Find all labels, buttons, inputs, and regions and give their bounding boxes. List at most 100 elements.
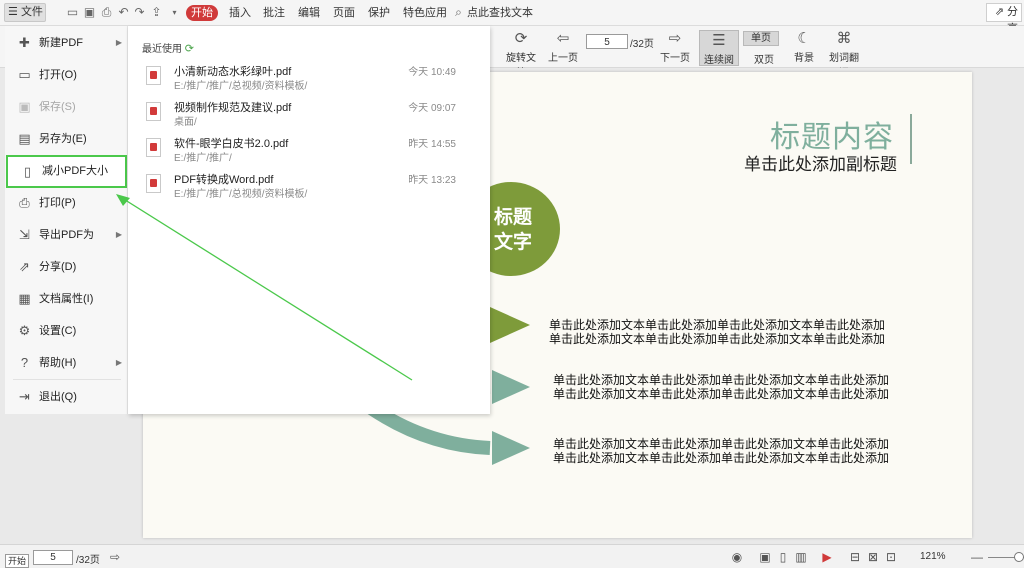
zoom-out-icon[interactable]: — — [970, 550, 984, 564]
continuous-icon: ☰ — [712, 32, 726, 49]
tab-insert[interactable]: 插入 — [229, 5, 251, 21]
share-button[interactable]: ⇗ 分享 — [986, 3, 1022, 35]
single-page-button[interactable]: 单页 — [743, 31, 779, 46]
continuous-read-button[interactable]: ☰ 连续阅读 — [699, 30, 739, 81]
compress-icon: ▯ — [23, 164, 32, 179]
tab-edit[interactable]: 编辑 — [298, 5, 320, 21]
menu-label: 设置(C) — [39, 325, 77, 337]
zoom-level[interactable]: 121% — [920, 551, 946, 562]
arrow-2-head — [492, 370, 530, 404]
menu-label: 打开(O) — [39, 69, 77, 81]
menu-label: 打印(P) — [39, 197, 76, 209]
tab-protect[interactable]: 保护 — [368, 5, 390, 21]
zoom-slider-knob[interactable] — [1014, 552, 1024, 562]
menu-item-new-pdf[interactable]: ✚ 新建PDF ▶ — [5, 30, 128, 56]
moon-icon: ☾ — [797, 30, 811, 47]
save-icon[interactable]: ▣ — [83, 6, 96, 19]
actual-size-icon[interactable]: ⊡ — [884, 550, 898, 564]
body-line: 单击此处添加文本单击此处添加单击此处添加文本单击此处添加 — [553, 373, 890, 387]
ribbon-page-total: /32页 — [630, 39, 654, 50]
menu-divider — [13, 379, 121, 380]
menu-item-save[interactable]: ▣ 保存(S) — [5, 94, 128, 120]
menu-label: 保存(S) — [39, 101, 76, 113]
tab-start[interactable]: 开始 — [186, 5, 218, 21]
file-menu-label: 文件 — [20, 6, 43, 18]
new-pdf-icon: ✚ — [19, 35, 30, 50]
pdf-file-icon — [146, 102, 161, 121]
annotation-arrow-line — [121, 197, 413, 381]
doc-title-divider — [910, 114, 912, 164]
tab-page[interactable]: 页面 — [333, 5, 355, 21]
recent-file-time: 今天 10:49 — [408, 67, 456, 78]
redo-icon[interactable]: ↷ — [133, 6, 146, 19]
menu-item-save-as[interactable]: ▤ 另存为(E) — [5, 126, 128, 152]
arrow-right-icon: ⇨ — [668, 30, 682, 47]
pdf-file-icon — [146, 66, 161, 85]
recent-file-item[interactable]: 小清新动态水彩绿叶.pdf E:/推广/推广/总视频/资料模板/ 今天 10:4… — [142, 63, 482, 93]
more-icon[interactable]: ⋮ — [522, 5, 533, 21]
menu-label: 另存为(E) — [39, 133, 87, 145]
pdf-file-icon — [146, 138, 161, 157]
next-page-button[interactable]: ⇨ 下一页 — [660, 30, 690, 65]
recent-file-path: E:/推广/推广/总视频/资料模板/ — [174, 81, 308, 92]
properties-icon: ▦ — [18, 291, 31, 306]
help-icon: ? — [20, 355, 29, 370]
search-icon[interactable]: ⌕ — [452, 6, 465, 19]
chevron-down-icon[interactable]: ▾ — [168, 6, 181, 19]
arrow-1-head — [490, 307, 530, 343]
double-page-button[interactable]: 双页 — [746, 51, 782, 66]
status-page-total: /32页 — [76, 555, 100, 566]
undo-icon[interactable]: ↶ — [117, 6, 130, 19]
background-button[interactable]: ☾ 背景 — [790, 30, 818, 65]
menu-label: 减小PDF大小 — [42, 165, 108, 177]
share-icon: ⇗ — [19, 259, 30, 274]
recent-file-time: 昨天 13:23 — [408, 175, 456, 186]
status-page-input[interactable]: 5 — [33, 550, 73, 565]
body-text-3: 单击此处添加文本单击此处添加单击此处添加文本单击此处添加 单击此处添加文本单击此… — [553, 437, 889, 465]
arrow-right-icon[interactable]: ⇨ — [108, 550, 122, 564]
save-as-icon: ▤ — [18, 131, 31, 146]
recent-file-path: E:/推广/推广/ — [174, 153, 232, 164]
export-icon[interactable]: ⇪ — [150, 6, 163, 19]
print-icon[interactable]: ⎙ — [100, 6, 113, 19]
doc-subtitle: 单击此处添加副标题 — [744, 155, 897, 174]
body-text-1: 单击此处添加文本单击此处添加单击此处添加文本单击此处添加 单击此处添加文本单击此… — [549, 318, 885, 346]
tab-comment[interactable]: 批注 — [263, 5, 285, 21]
file-menu-button[interactable]: ☰ 文件 — [4, 3, 46, 22]
prev-page-label: 上一页 — [548, 53, 578, 64]
menu-label: 帮助(H) — [39, 357, 77, 369]
status-bar: 开始 5 /32页 ⇨ ◉ ▣ ▯ ▥ ▶ ⊟ ⊠ ⊡ 121% — — [0, 544, 1024, 568]
menu-item-open[interactable]: ▭ 打开(O) — [5, 62, 128, 88]
print-icon: ⎙ — [19, 195, 30, 210]
body-line: 单击此处添加文本单击此处添加单击此处添加文本单击此处添加 — [549, 318, 886, 332]
double-view-icon[interactable]: ▥ — [794, 550, 808, 564]
recent-header: 最近使用 ⟳ — [142, 40, 194, 55]
refresh-icon[interactable]: ⟳ — [185, 43, 194, 55]
play-icon[interactable]: ▶ — [820, 550, 834, 564]
tab-features[interactable]: 特色应用 — [403, 5, 447, 21]
body-line: 单击此处添加文本单击此处添加单击此处添加文本单击此处添加 — [549, 332, 886, 346]
folder-icon[interactable]: ▭ — [66, 6, 79, 19]
menu-item-reduce-pdf-size[interactable]: ▯ 减小PDF大小 — [6, 155, 127, 188]
status-start-button[interactable]: 开始 — [5, 554, 29, 568]
recent-file-time: 今天 09:07 — [408, 103, 456, 114]
fit-page-icon[interactable]: ⊠ — [866, 550, 880, 564]
single-view-icon[interactable]: ▣ — [758, 550, 772, 564]
prev-page-button[interactable]: ⇦ 上一页 — [548, 31, 578, 65]
hamburger-icon: ☰ — [8, 6, 18, 18]
menu-label: 分享(D) — [39, 261, 77, 273]
recent-header-label: 最近使用 — [142, 44, 182, 55]
body-text-2: 单击此处添加文本单击此处添加单击此处添加文本单击此处添加 单击此处添加文本单击此… — [553, 373, 889, 401]
next-page-label: 下一页 — [660, 53, 690, 64]
folder-open-icon: ▭ — [18, 67, 31, 82]
body-line: 单击此处添加文本单击此处添加单击此处添加文本单击此处添加 — [553, 451, 890, 465]
recent-file-item[interactable]: 视频制作规范及建议.pdf 桌面/ 今天 09:07 — [142, 99, 482, 129]
page-view-icon[interactable]: ▯ — [776, 550, 790, 564]
eye-icon[interactable]: ◉ — [730, 550, 744, 564]
share-icon: ⇗ — [994, 6, 1004, 18]
body-line: 单击此处添加文本单击此处添加单击此处添加文本单击此处添加 — [553, 387, 890, 401]
fit-width-icon[interactable]: ⊟ — [848, 550, 862, 564]
recent-file-item[interactable]: 软件-眼学白皮书2.0.pdf E:/推广/推广/ 昨天 14:55 — [142, 135, 482, 165]
ribbon-page-input[interactable]: 5 — [586, 34, 628, 49]
circle-text: 标题文字 — [493, 207, 532, 253]
